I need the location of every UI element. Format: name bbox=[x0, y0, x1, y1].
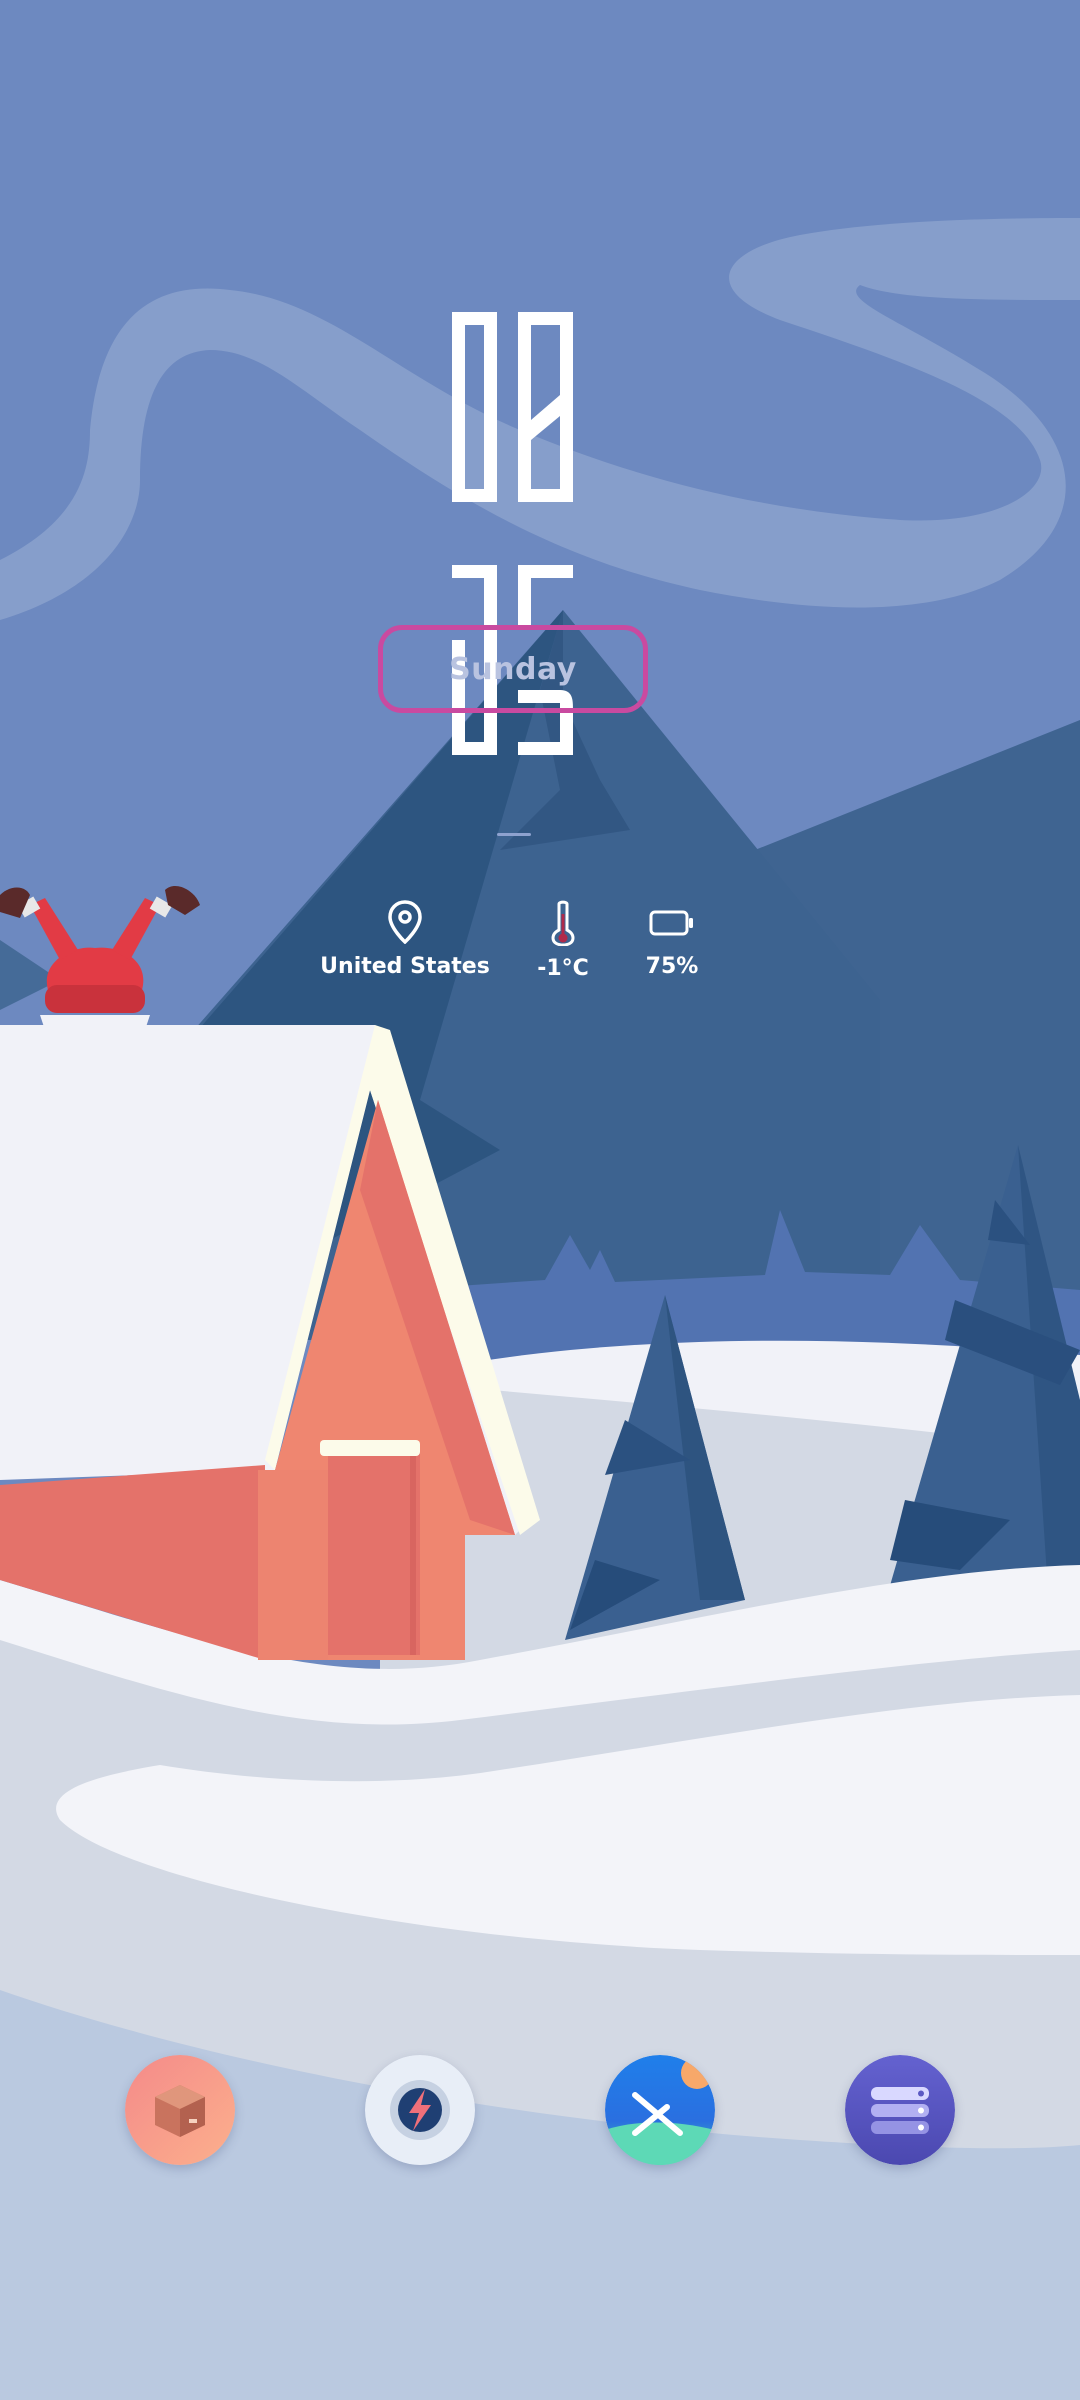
status-temperature-label: -1°C bbox=[537, 956, 589, 981]
wallpaper bbox=[0, 0, 1080, 2400]
location-pin-icon bbox=[388, 900, 422, 944]
house-door bbox=[328, 1450, 420, 1655]
status-location: United States bbox=[320, 900, 490, 979]
app-dock bbox=[0, 2055, 1080, 2167]
status-temperature: -1°C bbox=[513, 900, 613, 981]
compass-bolt-app-icon[interactable] bbox=[365, 2055, 475, 2165]
blue-landscape-app-icon[interactable] bbox=[605, 2055, 715, 2165]
status-location-label: United States bbox=[320, 954, 490, 979]
thermometer-icon bbox=[551, 900, 575, 946]
divider-dash bbox=[497, 833, 531, 836]
house-door-ledge bbox=[320, 1440, 420, 1456]
day-label-chip: Sunday bbox=[378, 625, 648, 713]
battery-icon bbox=[649, 910, 693, 936]
status-battery-label: 75% bbox=[645, 954, 699, 979]
house-wall-band bbox=[258, 1470, 328, 1660]
package-app-icon[interactable] bbox=[125, 2055, 235, 2165]
day-label: Sunday bbox=[449, 651, 577, 687]
status-battery: 75% bbox=[622, 900, 722, 979]
server-stack-app-icon[interactable] bbox=[845, 2055, 955, 2165]
